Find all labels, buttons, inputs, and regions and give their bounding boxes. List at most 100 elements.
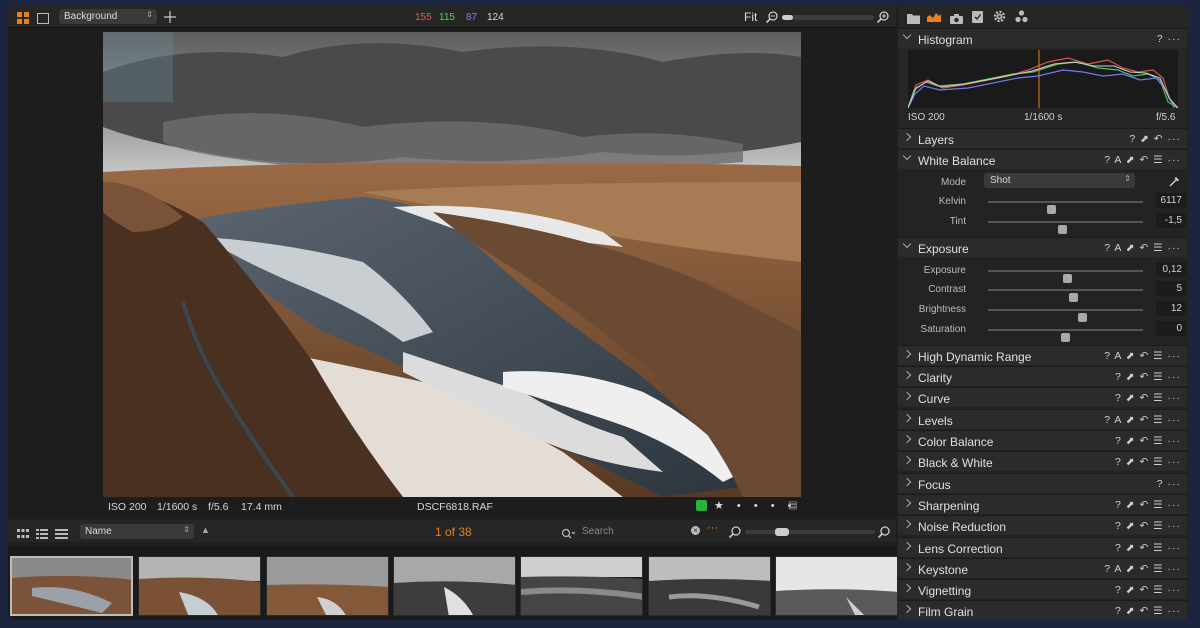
section-actions[interactable]: ? A ⬈ ↶ ☰ ···	[1104, 563, 1181, 575]
histogram-actions[interactable]: ? ···	[1157, 33, 1181, 45]
thumbnail-2[interactable]	[138, 556, 261, 616]
sort-select[interactable]: Name ⇕	[80, 524, 194, 539]
info-panel-icon[interactable]: ▤	[788, 500, 797, 511]
histogram-iso: ISO 200	[908, 112, 945, 123]
wb-tint-row: Tint -1,5	[898, 212, 1187, 234]
wb-kelvin-value[interactable]: 6117	[1156, 193, 1186, 208]
single-view-icon[interactable]	[37, 11, 49, 24]
zoom-in-icon[interactable]	[876, 10, 889, 24]
section-actions[interactable]: ? ⬈ ↶ ☰ ···	[1115, 499, 1181, 511]
noise-reduction-section[interactable]: Noise Reduction ? ⬈ ↶ ☰ ···	[898, 515, 1187, 535]
noise-reduction-title: Noise Reduction	[918, 520, 1007, 534]
star-rating-icon[interactable]: ★ • • • •	[714, 499, 797, 512]
select-arrows-icon: ⇕	[183, 525, 190, 534]
exp-contrast-slider[interactable]	[988, 289, 1143, 302]
thumbnail-6[interactable]	[648, 556, 771, 616]
info-iso: ISO 200	[108, 501, 147, 513]
section-actions[interactable]: ? ⬈ ↶ ···	[1129, 133, 1181, 145]
section-actions[interactable]: ? A ⬈ ↶ ☰ ···	[1104, 350, 1181, 362]
exp-contrast-row: Contrast 5	[898, 280, 1187, 302]
curve-section[interactable]: Curve ? ⬈ ↶ ☰ ···	[898, 387, 1187, 407]
zoom-fit-label[interactable]: Fit	[744, 10, 757, 24]
thumbnail-5[interactable]	[520, 556, 643, 616]
clarity-section[interactable]: Clarity ? ⬈ ↶ ☰ ···	[898, 366, 1187, 386]
grid-view-icon[interactable]	[17, 11, 29, 24]
exposure-section[interactable]: Exposure ? A ⬈ ↶ ☰ ···	[898, 237, 1187, 257]
vignetting-section[interactable]: Vignetting ? ⬈ ↶ ☰ ···	[898, 579, 1187, 599]
search-input[interactable]: Search	[578, 524, 690, 539]
metadata-clipboard-icon[interactable]	[972, 10, 983, 23]
wb-mode-label: Mode	[940, 177, 966, 188]
section-actions[interactable]: ? ⬈ ↶ ☰ ···	[1115, 456, 1181, 468]
section-actions[interactable]: ? A ⬈ ↶ ☰ ···	[1104, 154, 1181, 166]
filmstrip-view-icon[interactable]	[55, 526, 68, 539]
sort-direction-icon[interactable]: ▲	[201, 525, 210, 535]
clear-search-icon[interactable]: ×	[691, 526, 700, 535]
wb-kelvin-slider[interactable]	[988, 201, 1143, 214]
section-actions[interactable]: ? A ⬈ ↶ ☰ ···	[1104, 414, 1181, 426]
section-actions[interactable]: ? ⬈ ↶ ☰ ···	[1115, 371, 1181, 383]
settings-gear-icon[interactable]	[993, 10, 1006, 23]
thumbnail-grid-icon[interactable]	[17, 526, 29, 538]
hdr-section[interactable]: High Dynamic Range ? A ⬈ ↶ ☰ ···	[898, 345, 1187, 365]
wb-mode-select[interactable]: Shot ⇕	[984, 173, 1135, 188]
eyedropper-icon[interactable]	[1169, 175, 1181, 187]
thumbnail-size-slider[interactable]	[745, 528, 875, 536]
thumbnail-size-knob[interactable]	[775, 528, 789, 536]
exp-saturation-value[interactable]: 0	[1156, 321, 1186, 336]
exp-exposure-value[interactable]: 0,12	[1156, 262, 1186, 277]
exp-exposure-row: Exposure 0,12	[898, 261, 1187, 283]
search-icon[interactable]	[561, 526, 576, 539]
zoom-out-icon[interactable]	[765, 10, 778, 24]
image-counter: 1 of 38	[435, 525, 472, 539]
more-options-icon[interactable]: ···	[707, 522, 718, 534]
section-actions[interactable]: ? ⬈ ↶ ☰ ···	[1115, 435, 1181, 447]
wb-tint-slider[interactable]	[988, 221, 1143, 234]
color-balance-section[interactable]: Color Balance ? ⬈ ↶ ☰ ···	[898, 430, 1187, 450]
white-balance-section[interactable]: White Balance ? A ⬈ ↶ ☰ ···	[898, 149, 1187, 169]
exp-brightness-value[interactable]: 12	[1156, 301, 1186, 316]
styles-icon[interactable]	[1015, 10, 1028, 23]
thumb-zoom-in-icon[interactable]	[877, 525, 890, 539]
section-actions[interactable]: ? A ⬈ ↶ ☰ ···	[1104, 242, 1181, 254]
histogram-title: Histogram	[918, 33, 973, 47]
exp-exposure-slider[interactable]	[988, 270, 1143, 283]
list-view-icon[interactable]	[36, 526, 48, 539]
histogram-header[interactable]: Histogram ? ···	[898, 28, 1187, 48]
keystone-section[interactable]: Keystone ? A ⬈ ↶ ☰ ···	[898, 558, 1187, 578]
section-actions[interactable]: ? ⬈ ↶ ☰ ···	[1115, 520, 1181, 532]
exp-brightness-slider[interactable]	[988, 309, 1143, 322]
film-grain-section[interactable]: Film Grain ? ⬈ ↶ ☰ ···	[898, 600, 1187, 620]
wb-tint-label: Tint	[949, 216, 966, 227]
main-photo[interactable]	[103, 32, 801, 497]
exp-saturation-slider[interactable]	[988, 329, 1143, 342]
focus-section[interactable]: Focus ? ···	[898, 473, 1187, 493]
thumbnail-7[interactable]	[775, 556, 898, 616]
section-actions[interactable]: ? ⬈ ↶ ☰ ···	[1115, 605, 1181, 617]
section-actions[interactable]: ? ···	[1157, 478, 1181, 490]
zoom-slider[interactable]	[782, 15, 874, 20]
exp-contrast-value[interactable]: 5	[1156, 281, 1186, 296]
section-actions[interactable]: ? ⬈ ↶ ☰ ···	[1115, 392, 1181, 404]
wb-tint-knob[interactable]	[1057, 225, 1067, 234]
thumbnail-4[interactable]	[393, 556, 516, 616]
camera-icon[interactable]	[950, 11, 963, 24]
crosshair-icon[interactable]	[164, 10, 176, 23]
thumbnail-1[interactable]	[10, 556, 133, 616]
thumbnail-3[interactable]	[266, 556, 389, 616]
black-white-section[interactable]: Black & White ? ⬈ ↶ ☰ ···	[898, 451, 1187, 471]
section-actions[interactable]: ? ⬈ ↶ ☰ ···	[1115, 584, 1181, 596]
lens-correction-section[interactable]: Lens Correction ? ⬈ ↶ ☰ ···	[898, 537, 1187, 557]
style-select[interactable]: Background ⇕	[59, 9, 157, 24]
exp-brightness-row: Brightness 12	[898, 300, 1187, 322]
color-tag[interactable]	[696, 500, 707, 511]
levels-section[interactable]: Levels ? A ⬈ ↶ ☰ ···	[898, 409, 1187, 429]
adjustments-tab-icon[interactable]	[927, 9, 941, 22]
thumb-zoom-out-icon[interactable]	[728, 525, 741, 539]
section-actions[interactable]: ? ⬈ ↶ ☰ ···	[1115, 542, 1181, 554]
sharpening-section[interactable]: Sharpening ? ⬈ ↶ ☰ ···	[898, 494, 1187, 514]
exp-saturation-knob[interactable]	[1061, 333, 1070, 342]
library-folder-icon[interactable]	[907, 11, 920, 24]
wb-tint-value[interactable]: -1,5	[1156, 213, 1186, 228]
layers-section[interactable]: Layers ? ⬈ ↶ ···	[898, 128, 1187, 148]
